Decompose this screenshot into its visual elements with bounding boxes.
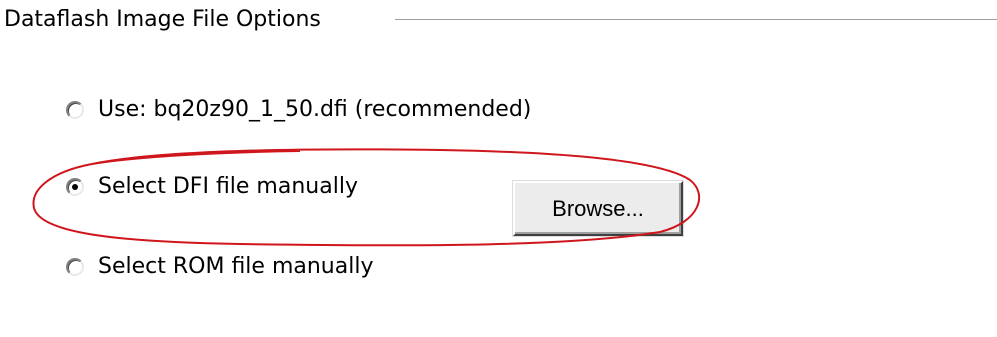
option-label: Select DFI file manually <box>98 174 358 199</box>
option-label: Select ROM file manually <box>98 254 374 279</box>
option-label: Use: bq20z90_1_50.dfi (recommended) <box>98 97 532 122</box>
browse-button[interactable]: Browse... <box>512 180 684 237</box>
radio-button-selected[interactable] <box>66 178 84 196</box>
group-title: Dataflash Image File Options <box>4 4 327 36</box>
radio-button[interactable] <box>66 101 84 119</box>
radio-button[interactable] <box>66 258 84 276</box>
group-divider <box>395 19 997 21</box>
red-ellipse-annotation <box>32 148 701 247</box>
option-select-rom-manually[interactable]: Select ROM file manually <box>66 250 373 284</box>
option-use-recommended-dfi[interactable]: Use: bq20z90_1_50.dfi (recommended) <box>66 93 531 127</box>
option-select-dfi-manually[interactable]: Select DFI file manually <box>66 170 358 204</box>
